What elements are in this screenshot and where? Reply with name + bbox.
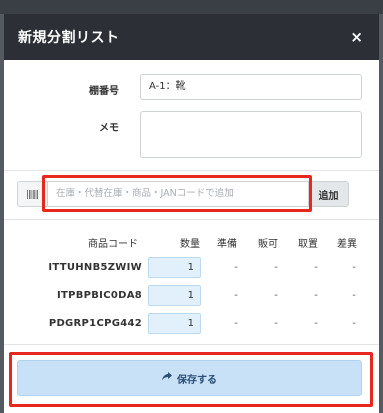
header-diff: 差異	[337, 239, 357, 250]
table-row: PDGRP1CPG442 1 - - - -	[4, 313, 379, 335]
header-prep: 準備	[217, 239, 237, 250]
barcode-icon	[17, 181, 47, 207]
diff-value: -	[352, 290, 356, 301]
prep-value: -	[234, 318, 238, 329]
header-code: 商品コード	[88, 239, 138, 250]
cancel-value: -	[314, 318, 318, 329]
divider	[4, 344, 379, 345]
memo-label: メモ	[99, 123, 119, 134]
prep-value: -	[234, 290, 238, 301]
divider	[4, 219, 379, 220]
shelf-input[interactable]: A-1：靴	[140, 74, 362, 100]
diff-value: -	[352, 262, 356, 273]
quantity-input[interactable]: 1	[148, 257, 201, 278]
split-list-modal: 新規分割リスト × 棚番号 A-1：靴 メモ 在庫・代替在庫・商品・JANコード…	[4, 14, 379, 413]
item-code: ITTUHNB5ZWIW	[48, 262, 142, 273]
save-label: 保存する	[177, 374, 217, 386]
sellable-value: -	[274, 262, 278, 273]
share-arrow-icon	[162, 372, 172, 384]
item-code: ITPBPBIC0DA8	[56, 290, 142, 301]
table-row: ITTUHNB5ZWIW 1 - - - -	[4, 257, 379, 279]
header-sellable: 販可	[258, 239, 278, 250]
prep-value: -	[234, 262, 238, 273]
scan-input[interactable]: 在庫・代替在庫・商品・JANコードで追加	[47, 181, 309, 207]
quantity-input[interactable]: 1	[148, 285, 201, 306]
modal-header: 新規分割リスト ×	[4, 14, 379, 60]
header-qty: 数量	[180, 239, 200, 250]
sellable-value: -	[274, 290, 278, 301]
diff-value: -	[352, 318, 356, 329]
divider	[4, 170, 379, 171]
cancel-value: -	[314, 290, 318, 301]
add-button[interactable]: 追加	[309, 181, 349, 207]
shelf-label: 棚番号	[89, 86, 119, 97]
header-cancel: 取置	[298, 239, 318, 250]
memo-textarea[interactable]	[140, 111, 362, 158]
table-row: ITPBPBIC0DA8 1 - - - -	[4, 285, 379, 307]
cancel-value: -	[314, 262, 318, 273]
backdrop	[0, 0, 383, 14]
scan-input-group: 在庫・代替在庫・商品・JANコードで追加 追加	[17, 181, 365, 207]
modal-title: 新規分割リスト	[18, 30, 120, 46]
sellable-value: -	[274, 318, 278, 329]
item-code: PDGRP1CPG442	[48, 318, 142, 329]
save-button[interactable]: 保存する	[17, 360, 362, 396]
quantity-input[interactable]: 1	[148, 313, 201, 334]
close-button[interactable]: ×	[350, 28, 363, 46]
